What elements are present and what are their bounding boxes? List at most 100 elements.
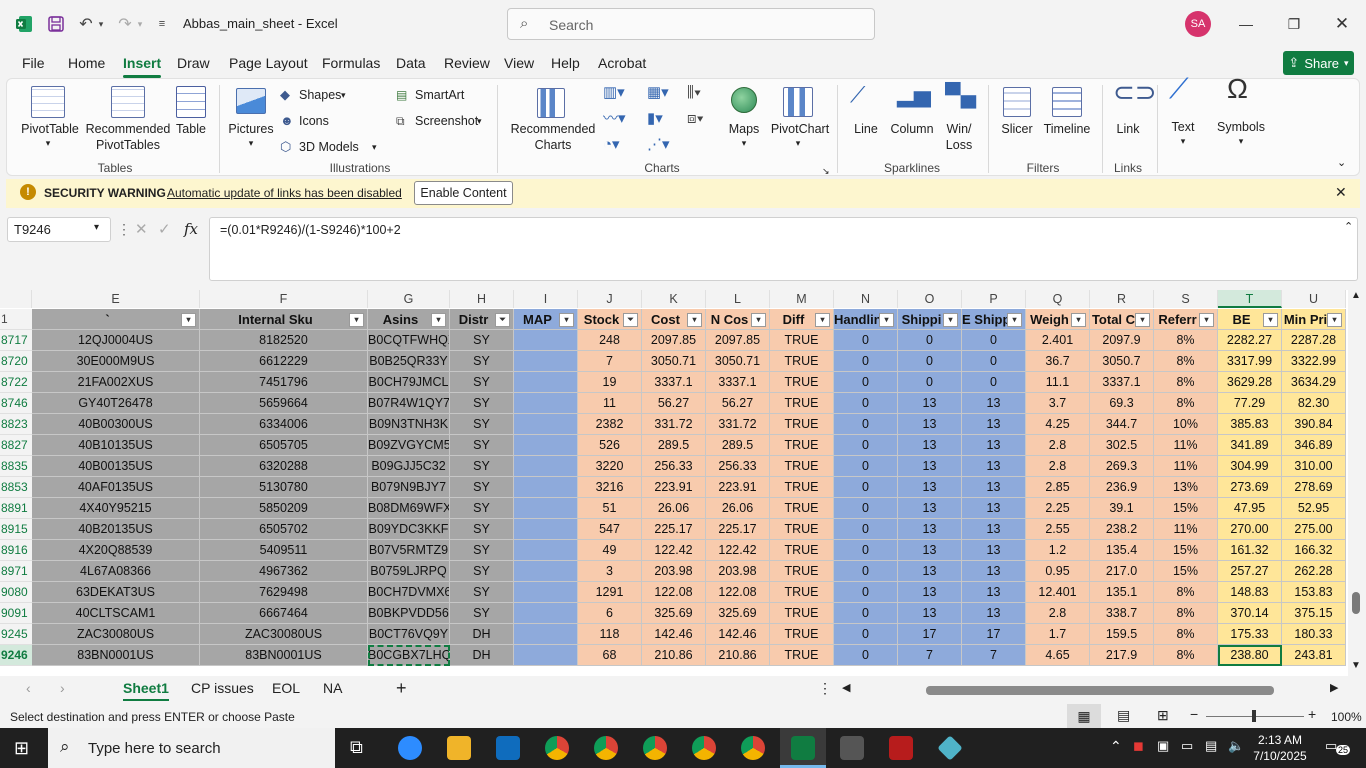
table-cell[interactable]: 236.9 <box>1090 477 1154 498</box>
table-cell[interactable]: TRUE <box>770 414 834 435</box>
table-cell[interactable] <box>514 603 578 624</box>
table-cell[interactable]: 0 <box>834 435 898 456</box>
avatar[interactable]: SA <box>1185 11 1211 37</box>
filter-dropdown-icon[interactable]: ▾ <box>1007 313 1022 327</box>
table-cell[interactable]: 56.27 <box>642 393 706 414</box>
filter-dropdown-icon[interactable]: ▾ <box>815 313 830 327</box>
column-header[interactable]: I <box>514 290 578 308</box>
table-cell[interactable]: 3322.99 <box>1282 351 1346 372</box>
table-cell[interactable]: ZAC30080US <box>32 624 200 645</box>
clock-date[interactable]: 7/10/2025 <box>1253 749 1307 763</box>
table-cell[interactable]: B09ZVGYCM5 <box>368 435 450 456</box>
filter-dropdown-icon[interactable]: ⏷ <box>495 313 510 327</box>
scroll-up-icon[interactable]: ▲ <box>1351 290 1361 301</box>
table-cell[interactable]: 3317.99 <box>1218 351 1282 372</box>
line-chart-icon[interactable]: 〰▾ <box>603 111 626 127</box>
table-cell[interactable]: 13 <box>962 435 1026 456</box>
row-header[interactable]: 8891 <box>0 498 32 519</box>
table-cell[interactable]: B09YDC3KKF <box>368 519 450 540</box>
table-cell[interactable]: 2.25 <box>1026 498 1090 519</box>
table-cell[interactable]: 238.80 <box>1218 645 1282 666</box>
tray-overflow-icon[interactable]: ⌃ <box>1110 738 1122 755</box>
table-cell[interactable]: 338.7 <box>1090 603 1154 624</box>
3d-models-button[interactable]: 3D Models <box>299 139 359 155</box>
table-cell[interactable]: SY <box>450 414 514 435</box>
table-cell[interactable]: 3337.1 <box>642 372 706 393</box>
table-cell[interactable] <box>514 519 578 540</box>
table-cell[interactable]: 1.7 <box>1026 624 1090 645</box>
column-header[interactable]: F <box>200 290 368 308</box>
close-icon[interactable]: ✕ <box>1327 12 1357 36</box>
table-cell[interactable]: B0CT76VQ9Y <box>368 624 450 645</box>
table-cell[interactable]: 0 <box>834 645 898 666</box>
table-cell[interactable]: SY <box>450 330 514 351</box>
table-cell[interactable]: 331.72 <box>706 414 770 435</box>
table-header-cell[interactable]: Total C ▾ <box>1090 309 1154 330</box>
table-header-cell[interactable]: Cost ▾ <box>642 309 706 330</box>
table-cell[interactable]: 4.65 <box>1026 645 1090 666</box>
tab-help[interactable]: Help <box>551 55 580 71</box>
column-header[interactable]: G <box>368 290 450 308</box>
table-cell[interactable]: B08DM69WFX <box>368 498 450 519</box>
recommended-charts-button[interactable]: Recommended Charts <box>507 121 599 153</box>
table-cell[interactable]: 3337.1 <box>706 372 770 393</box>
prev-sheet-icon[interactable]: ‹ <box>26 680 31 696</box>
table-cell[interactable]: 47.95 <box>1218 498 1282 519</box>
save-icon[interactable] <box>46 12 66 36</box>
table-header-cell[interactable]: Handlin ▾ <box>834 309 898 330</box>
table-cell[interactable]: 3220 <box>578 456 642 477</box>
table-cell[interactable]: 142.46 <box>706 624 770 645</box>
table-cell[interactable]: SY <box>450 435 514 456</box>
table-cell[interactable]: 83BN0001US <box>200 645 368 666</box>
smartart-button[interactable]: SmartArt <box>415 87 464 103</box>
table-cell[interactable]: 118 <box>578 624 642 645</box>
table-cell[interactable]: 68 <box>578 645 642 666</box>
filter-dropdown-icon[interactable]: ▾ <box>349 313 364 327</box>
column-header[interactable]: H <box>450 290 514 308</box>
table-cell[interactable]: 135.1 <box>1090 582 1154 603</box>
table-header-cell[interactable]: Diff ▾ <box>770 309 834 330</box>
zoom-app-icon[interactable] <box>398 736 422 760</box>
table-cell[interactable]: 4.25 <box>1026 414 1090 435</box>
table-cell[interactable]: 12.401 <box>1026 582 1090 603</box>
table-cell[interactable]: 3629.28 <box>1218 372 1282 393</box>
table-cell[interactable]: B0BKPVDD56 <box>368 603 450 624</box>
column-header[interactable]: U <box>1282 290 1346 308</box>
filter-dropdown-icon[interactable]: ⏷ <box>623 313 638 327</box>
clock-time[interactable]: 2:13 AM <box>1255 733 1305 747</box>
table-cell[interactable]: 4L67A08366 <box>32 561 200 582</box>
table-cell[interactable]: 210.86 <box>642 645 706 666</box>
table-cell[interactable]: 17 <box>962 624 1026 645</box>
table-cell[interactable]: 8% <box>1154 330 1218 351</box>
tab-draw[interactable]: Draw <box>177 55 210 71</box>
table-cell[interactable]: 77.29 <box>1218 393 1282 414</box>
table-cell[interactable]: 2.85 <box>1026 477 1090 498</box>
table-cell[interactable]: 8% <box>1154 582 1218 603</box>
sheet-tab-cp-issues[interactable]: CP issues <box>191 680 254 696</box>
table-cell[interactable]: 148.83 <box>1218 582 1282 603</box>
table-header-cell[interactable]: E Shipp ▾ <box>962 309 1026 330</box>
table-cell[interactable]: 13 <box>898 540 962 561</box>
column-header[interactable]: J <box>578 290 642 308</box>
table-cell[interactable]: TRUE <box>770 603 834 624</box>
table-cell[interactable]: 4X20Q88539 <box>32 540 200 561</box>
icons-button[interactable]: Icons <box>299 113 329 129</box>
column-header[interactable]: K <box>642 290 706 308</box>
next-sheet-icon[interactable]: › <box>60 680 65 696</box>
table-cell[interactable]: B079N9BJY7 <box>368 477 450 498</box>
table-cell[interactable]: 203.98 <box>642 561 706 582</box>
table-cell[interactable]: 3.7 <box>1026 393 1090 414</box>
table-cell[interactable]: B0CH79JMCL <box>368 372 450 393</box>
table-cell[interactable]: 223.91 <box>642 477 706 498</box>
battery-icon[interactable]: ▭ <box>1181 738 1193 754</box>
combo-chart-icon[interactable]: ⧈▾ <box>687 111 704 127</box>
table-cell[interactable]: 8% <box>1154 645 1218 666</box>
table-cell[interactable]: 49 <box>578 540 642 561</box>
row-header[interactable]: 8720 <box>0 351 32 372</box>
table-cell[interactable]: 7 <box>578 351 642 372</box>
filter-dropdown-icon[interactable]: ▾ <box>1135 313 1150 327</box>
table-cell[interactable]: 13 <box>962 414 1026 435</box>
table-header-cell[interactable]: Asins ▾ <box>368 309 450 330</box>
table-cell[interactable]: 13 <box>962 540 1026 561</box>
redo-icon[interactable]: ↷ <box>115 12 135 36</box>
